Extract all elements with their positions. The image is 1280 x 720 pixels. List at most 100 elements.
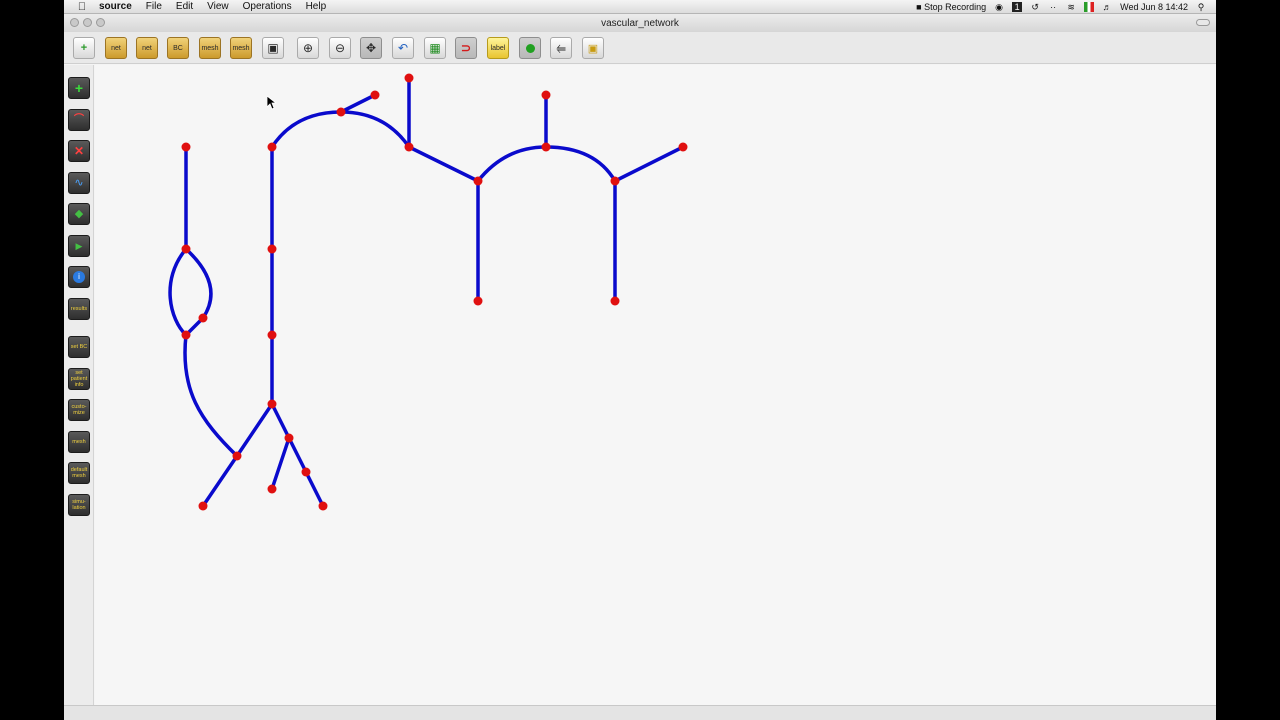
network-node-n21[interactable] [541, 90, 551, 100]
open-bc-button[interactable]: BC [167, 37, 189, 59]
vessel-segment-12[interactable] [304, 470, 325, 508]
spaces-icon[interactable]: 1 [1012, 1, 1023, 12]
wifi-icon[interactable]: ≋ [1066, 2, 1076, 12]
network-node-n18[interactable] [404, 142, 414, 152]
add-node-button[interactable]: + [68, 77, 90, 99]
network-node-n17[interactable] [404, 73, 414, 83]
volume-icon[interactable]: ♬ [1102, 2, 1112, 12]
vascular-network-graph[interactable] [95, 65, 1216, 705]
node-tool-button[interactable] [519, 37, 541, 59]
network-node-n4[interactable] [181, 330, 191, 340]
save-button[interactable]: ▣ [262, 37, 284, 59]
minimize-window-button[interactable] [83, 18, 92, 27]
stop-recording-item[interactable]: ■ Stop Recording [916, 2, 986, 12]
flag-icon[interactable] [1084, 1, 1095, 12]
network-node-n8[interactable] [267, 244, 277, 254]
network-node-n22[interactable] [541, 142, 551, 152]
set-patient-info-button[interactable]: set patient info [68, 368, 90, 390]
menu-operations[interactable]: Operations [236, 0, 299, 14]
network-node-n10[interactable] [267, 399, 277, 409]
network-node-n12[interactable] [267, 484, 277, 494]
delete-button[interactable]: ✕ [68, 140, 90, 162]
new-file-button[interactable]: + [73, 37, 95, 59]
time-machine-icon[interactable]: ↺ [1030, 2, 1040, 12]
label-button[interactable]: label [487, 37, 509, 59]
move-node-button[interactable]: ▶ [68, 235, 90, 257]
network-node-n5[interactable] [232, 451, 242, 461]
draw-segment-button[interactable]: ⌒ [68, 109, 90, 131]
vessel-segment-3[interactable] [184, 247, 213, 320]
spotlight-icon[interactable]: ⚲ [1196, 2, 1206, 12]
measure-button[interactable]: ⥢ [550, 37, 572, 59]
network-node-n3[interactable] [198, 313, 208, 323]
default-mesh-button[interactable]: default mesh [68, 462, 90, 484]
zoom-in-button[interactable]: ⊕ [297, 37, 319, 59]
network-node-n11[interactable] [284, 433, 294, 443]
undo-button[interactable]: ↶ [392, 37, 414, 59]
vessel-segment-23[interactable] [613, 145, 685, 183]
network-node-n19[interactable] [473, 176, 483, 186]
menu-edit[interactable]: Edit [169, 0, 200, 14]
vessel-segment-11[interactable] [287, 436, 308, 474]
vessel-segment-5[interactable] [183, 333, 239, 458]
toolbar-toggle-button[interactable] [1196, 19, 1210, 26]
clock[interactable]: Wed Jun 8 14:42 [1120, 2, 1188, 12]
network-node-n1[interactable] [181, 142, 191, 152]
import-mesh-button[interactable]: mesh [230, 37, 252, 59]
network-node-n2[interactable] [181, 244, 191, 254]
network-node-n6[interactable] [198, 501, 208, 511]
vessel-segment-14[interactable] [339, 93, 377, 114]
pan-button[interactable]: ✥ [360, 37, 382, 59]
apple-icon[interactable]:  [72, 1, 92, 13]
results-button[interactable]: results [68, 298, 90, 320]
open-net-button[interactable]: net [105, 37, 127, 59]
import-net-button[interactable]: net [136, 37, 158, 59]
simulation-button[interactable]: simu-lation [68, 494, 90, 516]
network-node-n20[interactable] [473, 296, 483, 306]
menu-view[interactable]: View [200, 0, 236, 14]
info-button[interactable]: i [68, 266, 90, 288]
set-bc-button[interactable]: set BC [68, 336, 90, 358]
globe-icon[interactable]: ◉ [994, 2, 1004, 12]
grid-button[interactable]: ▦ [424, 37, 446, 59]
status-area: ■ Stop Recording ◉ 1 ↺ ·· ≋ ♬ Wed Jun 8 … [916, 1, 1216, 12]
split-segment-button[interactable]: ∿ [68, 172, 90, 194]
bluetooth-icon[interactable]: ·· [1048, 2, 1058, 12]
network-node-n13[interactable] [301, 467, 311, 477]
zoom-out-button[interactable]: ⊖ [329, 37, 351, 59]
mesh-button[interactable]: mesh [68, 431, 90, 453]
menu-help[interactable]: Help [299, 0, 334, 14]
window-controls [70, 18, 105, 27]
network-canvas[interactable] [95, 65, 1216, 705]
vessel-segment-13[interactable] [270, 110, 343, 149]
vessel-segment-7[interactable] [235, 402, 274, 458]
vessel-segment-6[interactable] [201, 454, 239, 508]
vessel-segment-19[interactable] [476, 145, 548, 183]
network-node-n25[interactable] [678, 142, 688, 152]
window-title: vascular_network [601, 17, 679, 29]
network-node-n14[interactable] [318, 501, 328, 511]
properties-button[interactable]: ◆ [68, 203, 90, 225]
app-menu[interactable]: source [92, 0, 139, 14]
network-node-n23[interactable] [610, 176, 620, 186]
snap-button[interactable]: ⊃ [455, 37, 477, 59]
network-node-n24[interactable] [610, 296, 620, 306]
zoom-out-icon: ⊖ [334, 41, 346, 55]
customize-button[interactable]: custo-mize [68, 399, 90, 421]
network-node-n7[interactable] [267, 142, 277, 152]
network-node-n15[interactable] [336, 107, 346, 117]
vessel-segment-21[interactable] [544, 145, 617, 183]
lock-button[interactable]: ▣ [582, 37, 604, 59]
zoom-in-icon: ⊕ [302, 41, 314, 55]
network-node-n16[interactable] [370, 90, 380, 100]
vessel-segment-15[interactable] [339, 110, 411, 149]
menu-file[interactable]: File [139, 0, 169, 14]
close-window-button[interactable] [70, 18, 79, 27]
vessel-segment-2[interactable] [168, 247, 188, 337]
network-node-n9[interactable] [267, 330, 277, 340]
zoom-window-button[interactable] [96, 18, 105, 27]
open-mesh-button[interactable]: mesh [199, 37, 221, 59]
vessel-segment-10[interactable] [270, 436, 291, 491]
vessel-segment-9[interactable] [270, 402, 291, 440]
vessel-segment-17[interactable] [407, 145, 480, 183]
